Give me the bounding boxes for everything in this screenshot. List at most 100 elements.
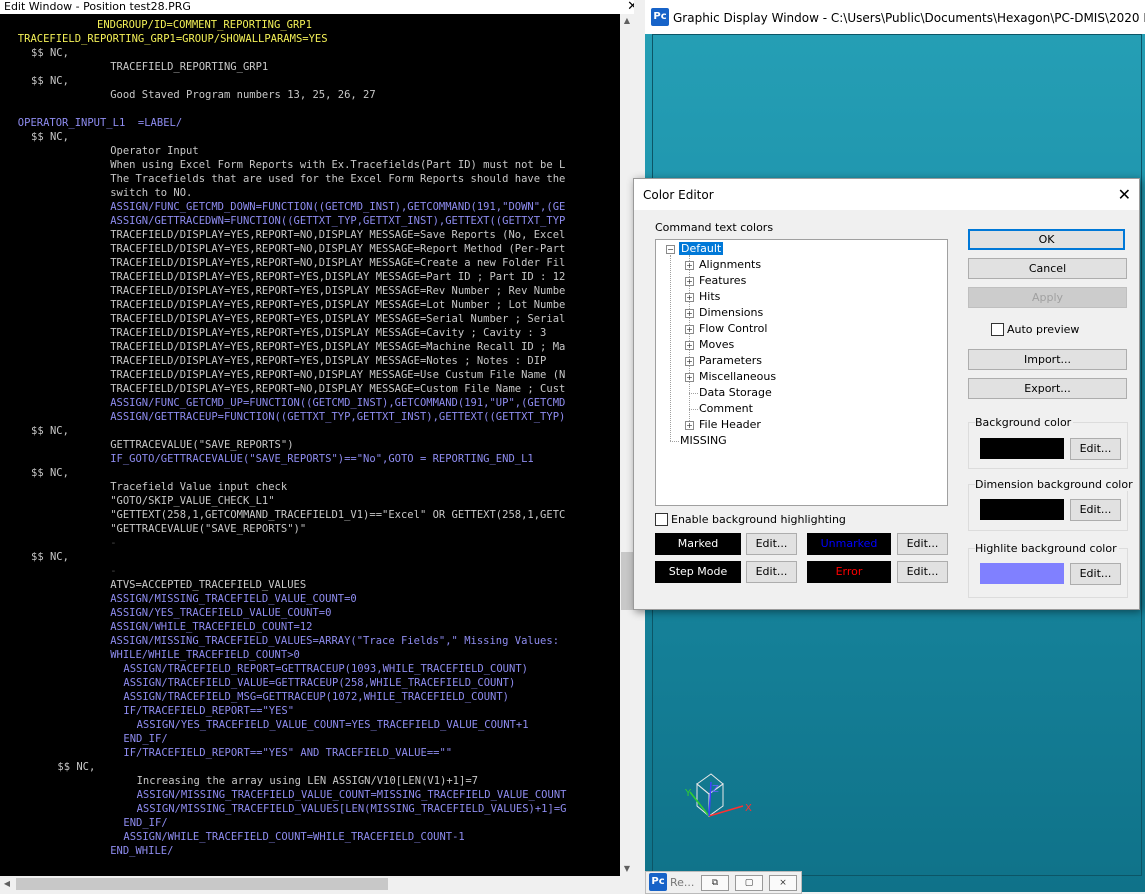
vertical-scrollbar[interactable]: ▲ ▼: [620, 14, 634, 876]
cancel-button[interactable]: Cancel: [968, 258, 1127, 279]
unmarked-edit-button[interactable]: Edit...: [897, 533, 948, 555]
dimension-bg-swatch: [980, 499, 1064, 520]
command-text-colors-label: Command text colors: [655, 221, 774, 234]
maximize-icon[interactable]: ▢: [735, 875, 763, 891]
minimized-window[interactable]: Pc Re... ⧉ ▢ ⨯: [645, 871, 802, 894]
tree-item-parameters[interactable]: Parameters: [699, 354, 762, 367]
color-editor-dialog: Color Editor ✕ Command text colors − Def…: [633, 178, 1140, 610]
code-line: ASSIGN/MISSING_TRACEFIELD_VALUES[LEN(MIS…: [136, 803, 567, 815]
expand-icon[interactable]: +: [685, 261, 694, 270]
code-line: TRACEFIELD_REPORTING_GRP1: [110, 61, 269, 73]
code-line: Operator Input: [110, 145, 199, 157]
scroll-down-icon[interactable]: ▼: [620, 862, 634, 876]
enable-bg-highlight-label: Enable background highlighting: [671, 513, 846, 526]
code-line: switch to NO.: [110, 187, 193, 199]
code-line: $$ NC,: [31, 425, 69, 437]
dialog-titlebar[interactable]: Color Editor ✕: [634, 179, 1139, 210]
graphic-window-title: Graphic Display Window - C:\Users\Public…: [673, 11, 1145, 25]
horizontal-scrollbar[interactable]: ◀: [0, 876, 634, 892]
z-axis-line: [708, 781, 712, 817]
highlite-bg-edit-button[interactable]: Edit...: [1070, 563, 1121, 585]
y-axis-line: [689, 791, 710, 817]
background-color-swatch: [980, 438, 1064, 459]
tree-item-file-header[interactable]: File Header: [699, 418, 761, 431]
expand-icon[interactable]: +: [685, 277, 694, 286]
x-axis-label: X: [745, 803, 752, 814]
background-color-edit-button[interactable]: Edit...: [1070, 438, 1121, 460]
scrollbar-thumb[interactable]: [621, 552, 633, 610]
code-line: $$ NC,: [31, 467, 69, 479]
auto-preview-checkbox[interactable]: [991, 323, 1004, 336]
graphic-window-titlebar[interactable]: Pc Graphic Display Window - C:\Users\Pub…: [645, 0, 1145, 34]
restore-icon[interactable]: ⧉: [701, 875, 729, 891]
expand-icon[interactable]: +: [685, 421, 694, 430]
enable-bg-highlight-checkbox[interactable]: [655, 513, 668, 526]
export-button[interactable]: Export...: [968, 378, 1127, 399]
code-line: IF/TRACEFIELD_REPORT=="YES" AND TRACEFIE…: [123, 747, 453, 759]
code-line: ASSIGN/FUNC_GETCMD_DOWN=FUNCTION((GETCMD…: [110, 201, 566, 213]
expand-icon[interactable]: +: [685, 373, 694, 382]
code-line: ENDGROUP/ID=COMMENT_REPORTING_GRP1: [97, 19, 312, 31]
tree-item-hits[interactable]: Hits: [699, 290, 720, 303]
marked-edit-button[interactable]: Edit...: [746, 533, 797, 555]
tree-item-alignments[interactable]: Alignments: [699, 258, 761, 271]
tree-item-dimensions[interactable]: Dimensions: [699, 306, 763, 319]
tree-item-features[interactable]: Features: [699, 274, 746, 287]
collapse-icon[interactable]: −: [666, 245, 675, 254]
apply-button[interactable]: Apply: [968, 287, 1127, 308]
expand-icon[interactable]: +: [685, 293, 694, 302]
code-line: ASSIGN/TRACEFIELD_VALUE=GETTRACEUP(258,W…: [123, 677, 516, 689]
tree-item-default[interactable]: Default: [679, 242, 724, 255]
scroll-up-icon[interactable]: ▲: [620, 14, 634, 28]
tree-line: [689, 393, 698, 394]
edit-window-titlebar[interactable]: Edit Window - Position test28.PRG ✕: [0, 0, 641, 14]
tree-item-flow-control[interactable]: Flow Control: [699, 322, 767, 335]
tree-item-moves[interactable]: Moves: [699, 338, 734, 351]
dimension-bg-edit-button[interactable]: Edit...: [1070, 499, 1121, 521]
code-line: ASSIGN/TRACEFIELD_MSG=GETTRACEUP(1072,WH…: [123, 691, 510, 703]
code-line: TRACEFIELD/DISPLAY=YES,REPORT=NO,DISPLAY…: [110, 369, 566, 381]
error-edit-button[interactable]: Edit...: [897, 561, 948, 583]
dialog-title: Color Editor: [643, 188, 714, 202]
code-line: Good Staved Program numbers 13, 25, 26, …: [110, 89, 376, 101]
edit-window-title: Edit Window - Position test28.PRG: [4, 0, 191, 13]
expand-icon[interactable]: +: [685, 325, 694, 334]
code-line: IF/TRACEFIELD_REPORT=="YES": [123, 705, 295, 717]
ok-button[interactable]: OK: [968, 229, 1125, 250]
error-swatch: Error: [807, 561, 891, 583]
code-line: TRACEFIELD/DISPLAY=YES,REPORT=YES,DISPLA…: [110, 299, 566, 311]
tree-item-miscellaneous[interactable]: Miscellaneous: [699, 370, 776, 383]
code-line: IF_GOTO/GETTRACEVALUE("SAVE_REPORTS")=="…: [110, 453, 534, 465]
expand-icon[interactable]: +: [685, 309, 694, 318]
code-line: TRACEFIELD/DISPLAY=YES,REPORT=NO,DISPLAY…: [110, 383, 566, 395]
step-mode-edit-button[interactable]: Edit...: [746, 561, 797, 583]
code-editor[interactable]: ENDGROUP/ID=COMMENT_REPORTING_GRP1 TRACEF…: [0, 14, 620, 876]
import-button[interactable]: Import...: [968, 349, 1127, 370]
code-line: -: [110, 565, 117, 577]
expand-icon[interactable]: +: [685, 357, 694, 366]
code-line: ASSIGN/WHILE_TRACEFIELD_COUNT=12: [110, 621, 313, 633]
close-icon[interactable]: ✕: [1118, 185, 1131, 204]
command-tree[interactable]: − Default + Alignments + Features + Hits + Dime…: [655, 239, 948, 506]
code-line: TRACEFIELD/DISPLAY=YES,REPORT=YES,DISPLA…: [110, 355, 547, 367]
pc-dmis-logo-icon: Pc: [651, 8, 669, 26]
tree-line: [670, 255, 671, 441]
horizontal-scrollbar-thumb[interactable]: [16, 878, 388, 890]
code-line: ASSIGN/MISSING_TRACEFIELD_VALUE_COUNT=MI…: [136, 789, 567, 801]
code-line: ATVS=ACCEPTED_TRACEFIELD_VALUES: [110, 579, 307, 591]
minimized-window-title: Re...: [670, 876, 695, 889]
code-line: GETTRACEVALUE("SAVE_REPORTS"): [110, 439, 294, 451]
tree-item-comment[interactable]: Comment: [699, 402, 753, 415]
code-line: ASSIGN/MISSING_TRACEFIELD_VALUES=ARRAY("…: [110, 635, 560, 647]
close-icon[interactable]: ⨯: [769, 875, 797, 891]
expand-icon[interactable]: +: [685, 341, 694, 350]
tree-item-missing[interactable]: MISSING: [680, 434, 727, 447]
unmarked-swatch: Unmarked: [807, 533, 891, 555]
code-line: Tracefield Value input check: [110, 481, 288, 493]
code-line: "GETTRACEVALUE("SAVE_REPORTS")": [110, 523, 307, 535]
scroll-left-icon[interactable]: ◀: [0, 877, 14, 891]
code-line: ASSIGN/YES_TRACEFIELD_VALUE_COUNT=0: [110, 607, 332, 619]
code-line: TRACEFIELD/DISPLAY=YES,REPORT=YES,DISPLA…: [110, 327, 547, 339]
tree-item-data-storage[interactable]: Data Storage: [699, 386, 772, 399]
code-line: TRACEFIELD/DISPLAY=YES,REPORT=YES,DISPLA…: [110, 313, 566, 325]
